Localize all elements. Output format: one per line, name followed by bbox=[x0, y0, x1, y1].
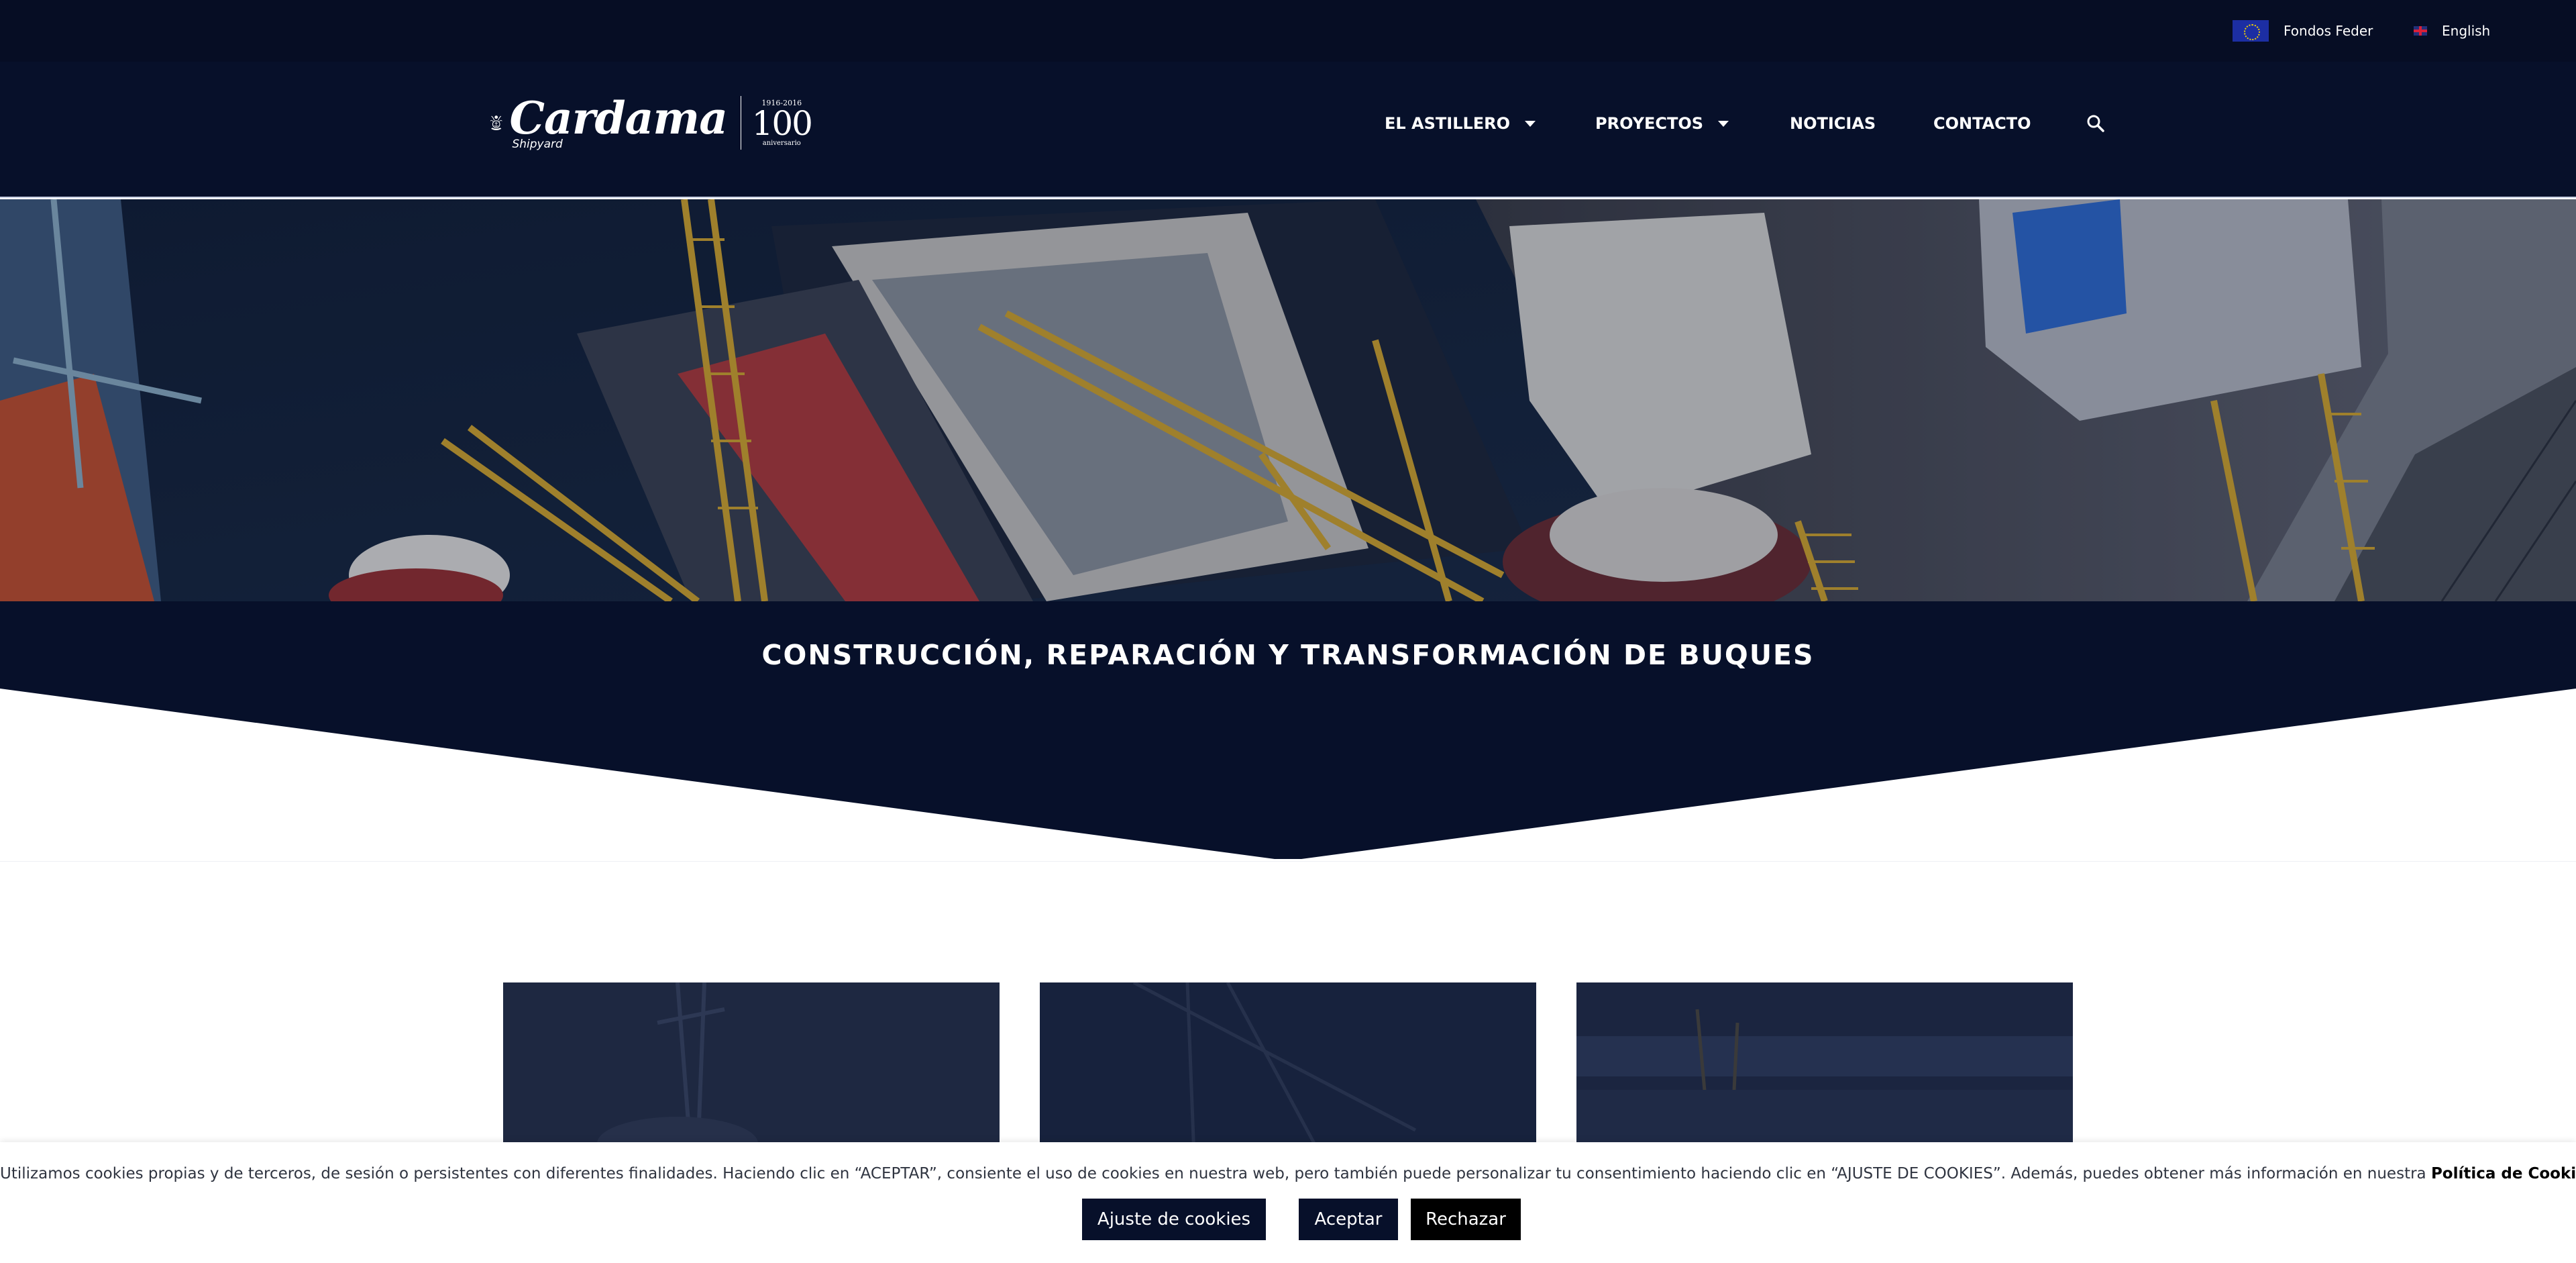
top-utility-bar: Fondos Feder English bbox=[0, 0, 2576, 62]
nav-item-astillero[interactable]: EL ASTILLERO bbox=[1385, 62, 1536, 185]
uk-flag-icon bbox=[2414, 26, 2427, 36]
anniversary-word: aniversario bbox=[762, 139, 801, 147]
nav-label: PROYECTOS bbox=[1595, 114, 1704, 133]
chevron-down-icon bbox=[1718, 120, 1729, 127]
search-icon bbox=[2087, 115, 2104, 132]
nav-item-contacto[interactable]: CONTACTO bbox=[1933, 62, 2031, 185]
chevron-down-icon bbox=[1525, 120, 1536, 127]
section-divider bbox=[0, 861, 2576, 862]
project-card[interactable] bbox=[503, 982, 1000, 1157]
cookie-message-text: Utilizamos cookies propias y de terceros… bbox=[0, 1165, 2431, 1182]
site-header: Cardama Shipyard 1916-2016 100 aniversar… bbox=[0, 62, 2576, 198]
nav-item-noticias[interactable]: NOTICIAS bbox=[1790, 62, 1876, 185]
logo-wordmark: Cardama bbox=[509, 91, 728, 144]
search-button[interactable] bbox=[2086, 62, 2105, 185]
cookie-banner: Utilizamos cookies propias y de terceros… bbox=[0, 1142, 2576, 1263]
feder-funds-link[interactable]: Fondos Feder bbox=[2233, 0, 2373, 62]
eu-flag-icon bbox=[2233, 20, 2269, 42]
language-switcher[interactable]: English bbox=[2414, 0, 2490, 62]
feder-funds-label: Fondos Feder bbox=[2284, 23, 2373, 39]
project-card[interactable] bbox=[1576, 982, 2073, 1157]
nav-label: CONTACTO bbox=[1933, 114, 2031, 133]
language-label: English bbox=[2442, 23, 2491, 39]
logo-tagline: Shipyard bbox=[512, 137, 563, 151]
title-band: CONSTRUCCIÓN, REPARACIÓN Y TRANSFORMACIÓ… bbox=[0, 601, 2576, 863]
site-logo[interactable]: Cardama Shipyard 1916-2016 100 aniversar… bbox=[490, 86, 813, 160]
cookie-policy-link[interactable]: Política de Cookies bbox=[2431, 1165, 2576, 1182]
anniversary-number: 100 bbox=[751, 103, 813, 143]
cookie-accept-button[interactable]: Aceptar bbox=[1299, 1199, 1398, 1240]
nav-label: NOTICIAS bbox=[1790, 114, 1876, 133]
anniversary-badge: 1916-2016 100 aniversario bbox=[751, 99, 813, 147]
anchor-emblem-icon bbox=[490, 115, 502, 131]
cookie-settings-button[interactable]: Ajuste de cookies bbox=[1082, 1199, 1266, 1240]
nav-item-proyectos[interactable]: PROYECTOS bbox=[1595, 62, 1729, 185]
nav-label: EL ASTILLERO bbox=[1385, 114, 1511, 133]
cookie-message: Utilizamos cookies propias y de terceros… bbox=[0, 1165, 2576, 1182]
hero-image bbox=[0, 199, 2576, 601]
page-title: CONSTRUCCIÓN, REPARACIÓN Y TRANSFORMACIÓ… bbox=[761, 639, 1815, 671]
cookie-reject-button[interactable]: Rechazar bbox=[1411, 1199, 1521, 1240]
project-card[interactable] bbox=[1040, 982, 1536, 1157]
